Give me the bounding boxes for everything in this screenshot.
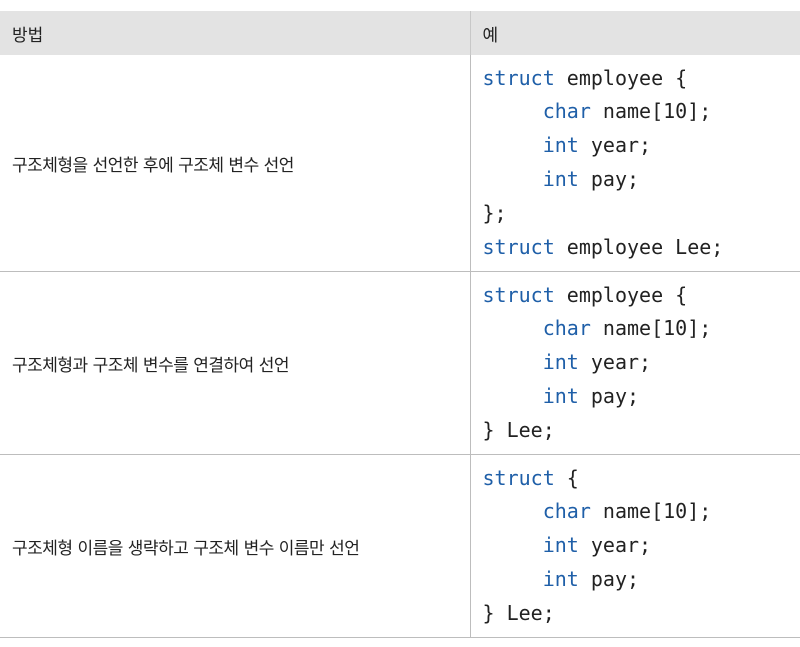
code-block: struct { char name[10]; int year; int pa… bbox=[471, 462, 800, 631]
method-cell: 구조체형 이름을 생략하고 구조체 변수 이름만 선언 bbox=[0, 454, 470, 638]
code-text: }; bbox=[482, 200, 507, 225]
code-text: pay; bbox=[578, 167, 640, 191]
header-method: 방법 bbox=[0, 11, 470, 55]
code-cell: struct { char name[10]; int year; int pa… bbox=[469, 454, 800, 638]
code-cell: struct employee { char name[10]; int yea… bbox=[469, 271, 800, 455]
code-line: char name[10]; bbox=[483, 499, 712, 523]
code-text: name[10]; bbox=[590, 499, 712, 524]
code-line: int year; bbox=[483, 533, 652, 558]
code-keyword: struct bbox=[482, 234, 555, 259]
code-keyword: char bbox=[542, 99, 591, 124]
code-text: year; bbox=[578, 533, 652, 558]
code-text: employee { bbox=[554, 65, 688, 90]
code-text: name[10]; bbox=[590, 316, 712, 341]
code-line: int year; bbox=[483, 350, 652, 375]
code-keyword: struct bbox=[482, 282, 555, 307]
method-cell: 구조체형과 구조체 변수를 연결하여 선언 bbox=[0, 271, 470, 455]
code-line: struct { bbox=[483, 466, 579, 490]
code-keyword: int bbox=[542, 566, 579, 591]
code-block: struct employee { char name[10]; int yea… bbox=[471, 279, 800, 448]
struct-declaration-table: 방법 예 구조체형을 선언한 후에 구조체 변수 선언 struct emplo… bbox=[0, 11, 800, 638]
code-keyword: struct bbox=[482, 465, 555, 490]
code-line: struct employee Lee; bbox=[483, 235, 724, 259]
code-line: } Lee; bbox=[483, 601, 555, 625]
code-line: struct employee { bbox=[483, 66, 688, 90]
header-row: 방법 예 bbox=[0, 11, 800, 55]
table-row: 구조체형 이름을 생략하고 구조체 변수 이름만 선언 struct { cha… bbox=[0, 454, 800, 638]
code-keyword: char bbox=[542, 316, 591, 341]
table-row: 구조체형과 구조체 변수를 연결하여 선언 struct employee { … bbox=[0, 271, 800, 455]
method-cell: 구조체형을 선언한 후에 구조체 변수 선언 bbox=[0, 55, 470, 272]
code-keyword: char bbox=[542, 499, 591, 524]
code-line: struct employee { bbox=[483, 283, 688, 307]
code-line: int pay; bbox=[483, 566, 640, 591]
code-keyword: int bbox=[542, 350, 579, 375]
header-example: 예 bbox=[469, 11, 800, 55]
code-cell: struct employee { char name[10]; int yea… bbox=[469, 55, 800, 272]
code-text: pay; bbox=[578, 383, 640, 408]
code-text: employee { bbox=[554, 282, 688, 307]
code-text: } Lee; bbox=[482, 417, 555, 442]
code-text: year; bbox=[578, 350, 652, 375]
code-keyword: int bbox=[542, 533, 579, 558]
code-keyword: struct bbox=[482, 65, 555, 90]
code-block: struct employee { char name[10]; int yea… bbox=[471, 62, 800, 265]
code-line: } Lee; bbox=[483, 418, 555, 442]
code-text: } Lee; bbox=[482, 600, 555, 625]
code-text: employee Lee; bbox=[554, 234, 724, 259]
code-keyword: int bbox=[542, 383, 579, 408]
table-row: 구조체형을 선언한 후에 구조체 변수 선언 struct employee {… bbox=[0, 55, 800, 272]
code-line: int pay; bbox=[483, 167, 640, 191]
code-line: char name[10]; bbox=[483, 99, 712, 123]
code-line: char name[10]; bbox=[483, 316, 712, 340]
code-keyword: int bbox=[542, 133, 579, 158]
code-text: { bbox=[554, 465, 579, 490]
code-keyword: int bbox=[542, 167, 579, 191]
code-line: }; bbox=[483, 201, 507, 225]
code-text: name[10]; bbox=[590, 99, 712, 124]
code-text: pay; bbox=[578, 566, 640, 591]
code-line: int year; bbox=[483, 133, 652, 158]
code-line: int pay; bbox=[483, 383, 640, 408]
code-text: year; bbox=[578, 133, 652, 158]
